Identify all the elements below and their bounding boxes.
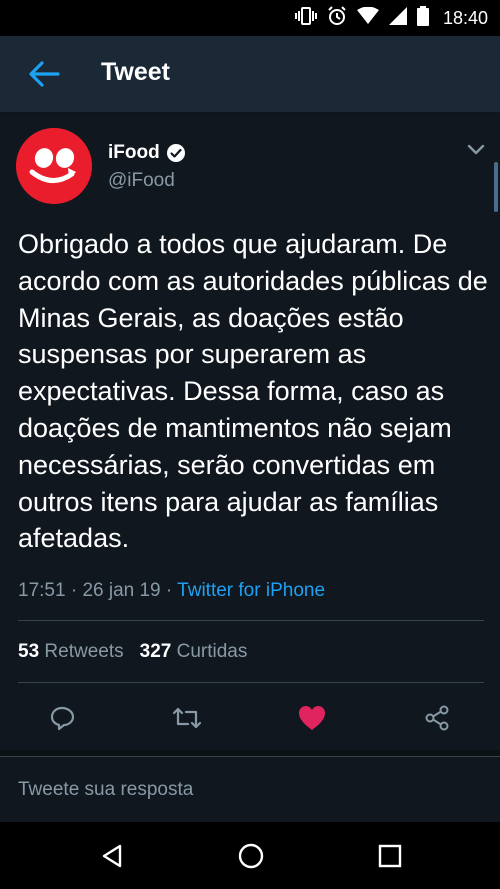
page-title: Tweet (101, 58, 170, 86)
battery-icon (416, 5, 429, 31)
divider (18, 682, 484, 683)
retweets-label: Retweets (44, 641, 124, 662)
tweet-stats: 53 Retweets 327 Curtidas (18, 641, 247, 663)
circle-home-icon (238, 843, 264, 869)
heart-icon (299, 706, 325, 730)
verified-badge-icon (166, 144, 185, 162)
tweet-text: Obrigado a todos que ajudaram. De acordo… (18, 229, 488, 554)
system-back-button[interactable] (88, 832, 136, 880)
retweets-count: 53 (18, 641, 40, 662)
alarm-icon (327, 5, 347, 31)
tweet-source-link[interactable]: Twitter for iPhone (177, 580, 325, 601)
arrow-left-icon (29, 61, 60, 87)
ifood-logo-icon (16, 128, 92, 204)
system-home-button[interactable] (227, 832, 275, 880)
square-recents-icon (378, 844, 402, 868)
tweet-time: 17:51 (18, 580, 66, 601)
tweet-meta: 17:51 · 26 jan 19 · Twitter for iPhone (18, 580, 325, 602)
wifi-icon (356, 6, 379, 30)
reply-button[interactable] (42, 698, 82, 738)
share-icon (425, 705, 449, 731)
retweet-button[interactable] (167, 698, 207, 738)
status-time: 18:40 (442, 7, 488, 28)
reply-composer (0, 756, 500, 823)
app-bar: Tweet (0, 36, 500, 113)
system-recents-button[interactable] (366, 832, 414, 880)
retweets-stat[interactable]: 53 Retweets (18, 641, 124, 663)
scrollbar[interactable] (494, 162, 498, 212)
likes-label: Curtidas (176, 641, 248, 662)
status-icons: 18:40 (294, 0, 488, 36)
reply-icon (50, 706, 75, 731)
system-nav-bar (0, 822, 500, 889)
divider (18, 620, 484, 621)
retweet-icon (172, 707, 202, 729)
like-button[interactable] (292, 698, 332, 738)
triangle-back-icon (102, 844, 122, 868)
reply-input[interactable] (18, 779, 478, 801)
vibrate-icon (294, 6, 317, 30)
share-button[interactable] (417, 698, 457, 738)
meta-separator: · (165, 580, 178, 601)
author-name-text: iFood (108, 142, 160, 163)
tweet-menu-button[interactable] (460, 138, 492, 162)
status-bar: 18:40 (0, 0, 500, 36)
author-handle[interactable]: @iFood (108, 170, 175, 192)
cell-signal-icon (388, 6, 407, 30)
meta-separator: · (70, 580, 83, 601)
likes-stat[interactable]: 327 Curtidas (140, 641, 248, 663)
chevron-down-icon (467, 144, 485, 155)
back-button[interactable] (24, 56, 64, 92)
likes-count: 327 (139, 641, 172, 662)
tweet-actions (0, 698, 500, 758)
author-name[interactable]: iFood (108, 142, 186, 164)
tweet-date: 26 jan 19 (82, 580, 161, 601)
avatar[interactable] (16, 128, 92, 204)
